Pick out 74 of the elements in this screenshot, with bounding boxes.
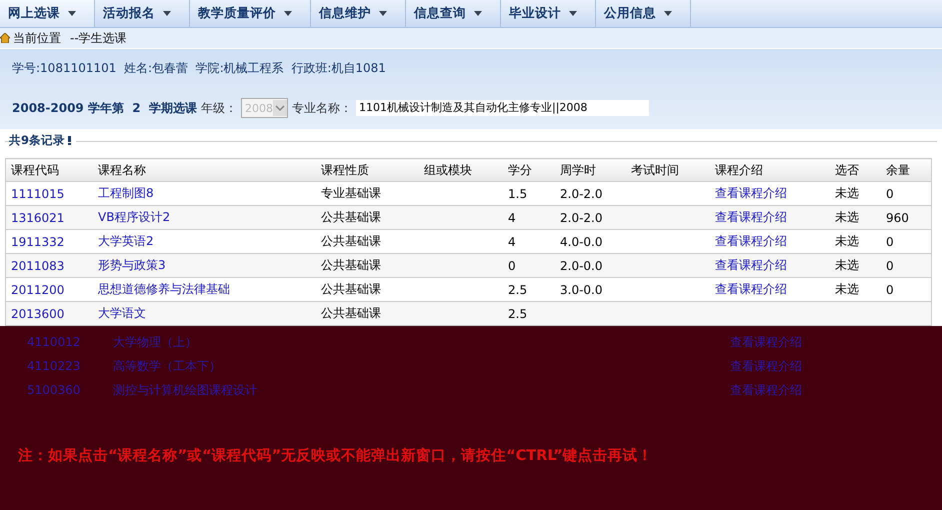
- table-cell: 4.0-0.0: [560, 234, 602, 248]
- course-link[interactable]: 形势与政策3: [98, 258, 166, 272]
- column-header: 课程代码: [6, 158, 93, 182]
- table-cell: 0: [886, 186, 894, 200]
- course-link[interactable]: 大学语文: [98, 306, 146, 320]
- student-info: 学号:1081101101 姓名:包春蕾 学院:机械工程系 行政班:机自1081: [12, 60, 387, 77]
- table-cell: 2.0-2.0: [560, 186, 602, 200]
- table-cell: 2.0-2.0: [560, 210, 602, 224]
- table-cell: 公共基础课: [321, 282, 381, 296]
- table-cell: 4: [508, 234, 516, 248]
- menu-item[interactable]: 教学质量评价: [190, 0, 311, 27]
- major-field[interactable]: 1101机械设计制造及其自动化主修专业||2008: [356, 100, 650, 116]
- table-cell: 2.5: [508, 306, 528, 320]
- table-cell: 3.0-0.0: [560, 282, 602, 296]
- course-link[interactable]: 1911332: [11, 234, 64, 248]
- table-cell: 未选: [835, 234, 859, 248]
- menu-item[interactable]: 毕业设计: [501, 0, 596, 27]
- course-link[interactable]: 思想道德修养与法律基础: [98, 282, 230, 296]
- table-cell: 专业基础课: [321, 186, 381, 200]
- table-cell: 960: [886, 210, 909, 224]
- table-cell: 1.5: [508, 186, 528, 200]
- home-icon: [0, 33, 10, 43]
- notice-text: 注：如果点击“课程名称”或“课程代码”无反映或不能弹出新窗口，请按住“CTRL”键点击再试！: [18, 446, 654, 465]
- caret-icon: [163, 11, 171, 16]
- caret-icon: [569, 11, 577, 16]
- column-header: 组或模块: [419, 158, 503, 182]
- table-cell: 公共基础课: [321, 306, 381, 320]
- table-cell: 2.5: [508, 282, 528, 296]
- course-link[interactable]: 查看课程介绍: [715, 234, 787, 248]
- info-icon: [67, 136, 72, 145]
- course-link[interactable]: 大学英语2: [98, 234, 154, 248]
- table-cell: 未选: [835, 186, 859, 200]
- table-cell: 未选: [835, 258, 859, 272]
- column-header: 选否: [830, 158, 881, 182]
- menu-item[interactable]: 网上选课: [0, 0, 95, 27]
- course-link[interactable]: 查看课程介绍: [715, 282, 787, 296]
- column-header: 周学时: [555, 158, 626, 182]
- table-cell: 4: [508, 210, 516, 224]
- caret-icon: [474, 11, 482, 16]
- course-link[interactable]: 查看课程介绍: [715, 186, 787, 200]
- table-cell: 公共基础课: [321, 258, 381, 272]
- table-cell: 0: [886, 258, 894, 272]
- column-header: 考试时间: [626, 158, 710, 182]
- column-header: 课程性质: [316, 158, 419, 182]
- table-cell: 2.0-0.0: [560, 258, 602, 272]
- menu-item[interactable]: 信息查询: [406, 0, 501, 27]
- column-header: 课程名称: [93, 158, 316, 182]
- breadcrumb-label: 当前位置: [13, 30, 61, 46]
- table-cell: 0: [508, 258, 516, 272]
- table-cell: 公共基础课: [321, 234, 381, 248]
- table-cell: 未选: [835, 282, 859, 296]
- breadcrumb-path: --学生选课: [70, 30, 127, 46]
- caret-icon: [68, 11, 76, 16]
- course-link[interactable]: 1111015: [11, 186, 64, 200]
- table-cell: 公共基础课: [321, 210, 381, 224]
- major-label: 专业名称：: [292, 100, 352, 117]
- records-title: 共9条记录: [9, 133, 66, 148]
- column-header: 课程介绍: [710, 158, 830, 182]
- table-cell: 未选: [835, 210, 859, 224]
- menu-item[interactable]: 信息维护: [311, 0, 406, 27]
- course-link[interactable]: 工程制图8: [98, 186, 154, 200]
- grade-label: 年级：: [201, 100, 238, 117]
- course-link[interactable]: 2011200: [11, 282, 64, 296]
- column-header: 余量: [881, 158, 932, 182]
- caret-icon: [379, 11, 387, 16]
- column-header: 学分: [503, 158, 555, 182]
- menu-item[interactable]: 公用信息: [596, 0, 691, 27]
- menu-item[interactable]: 活动报名: [95, 0, 190, 27]
- term-text: 2008-2009 学年第 2 学期选课: [12, 100, 198, 117]
- course-link[interactable]: VB程序设计2: [98, 210, 170, 224]
- caret-icon: [664, 11, 672, 16]
- table-cell: 0: [886, 282, 894, 296]
- table-cell: 0: [886, 234, 894, 248]
- caret-icon: [284, 11, 292, 16]
